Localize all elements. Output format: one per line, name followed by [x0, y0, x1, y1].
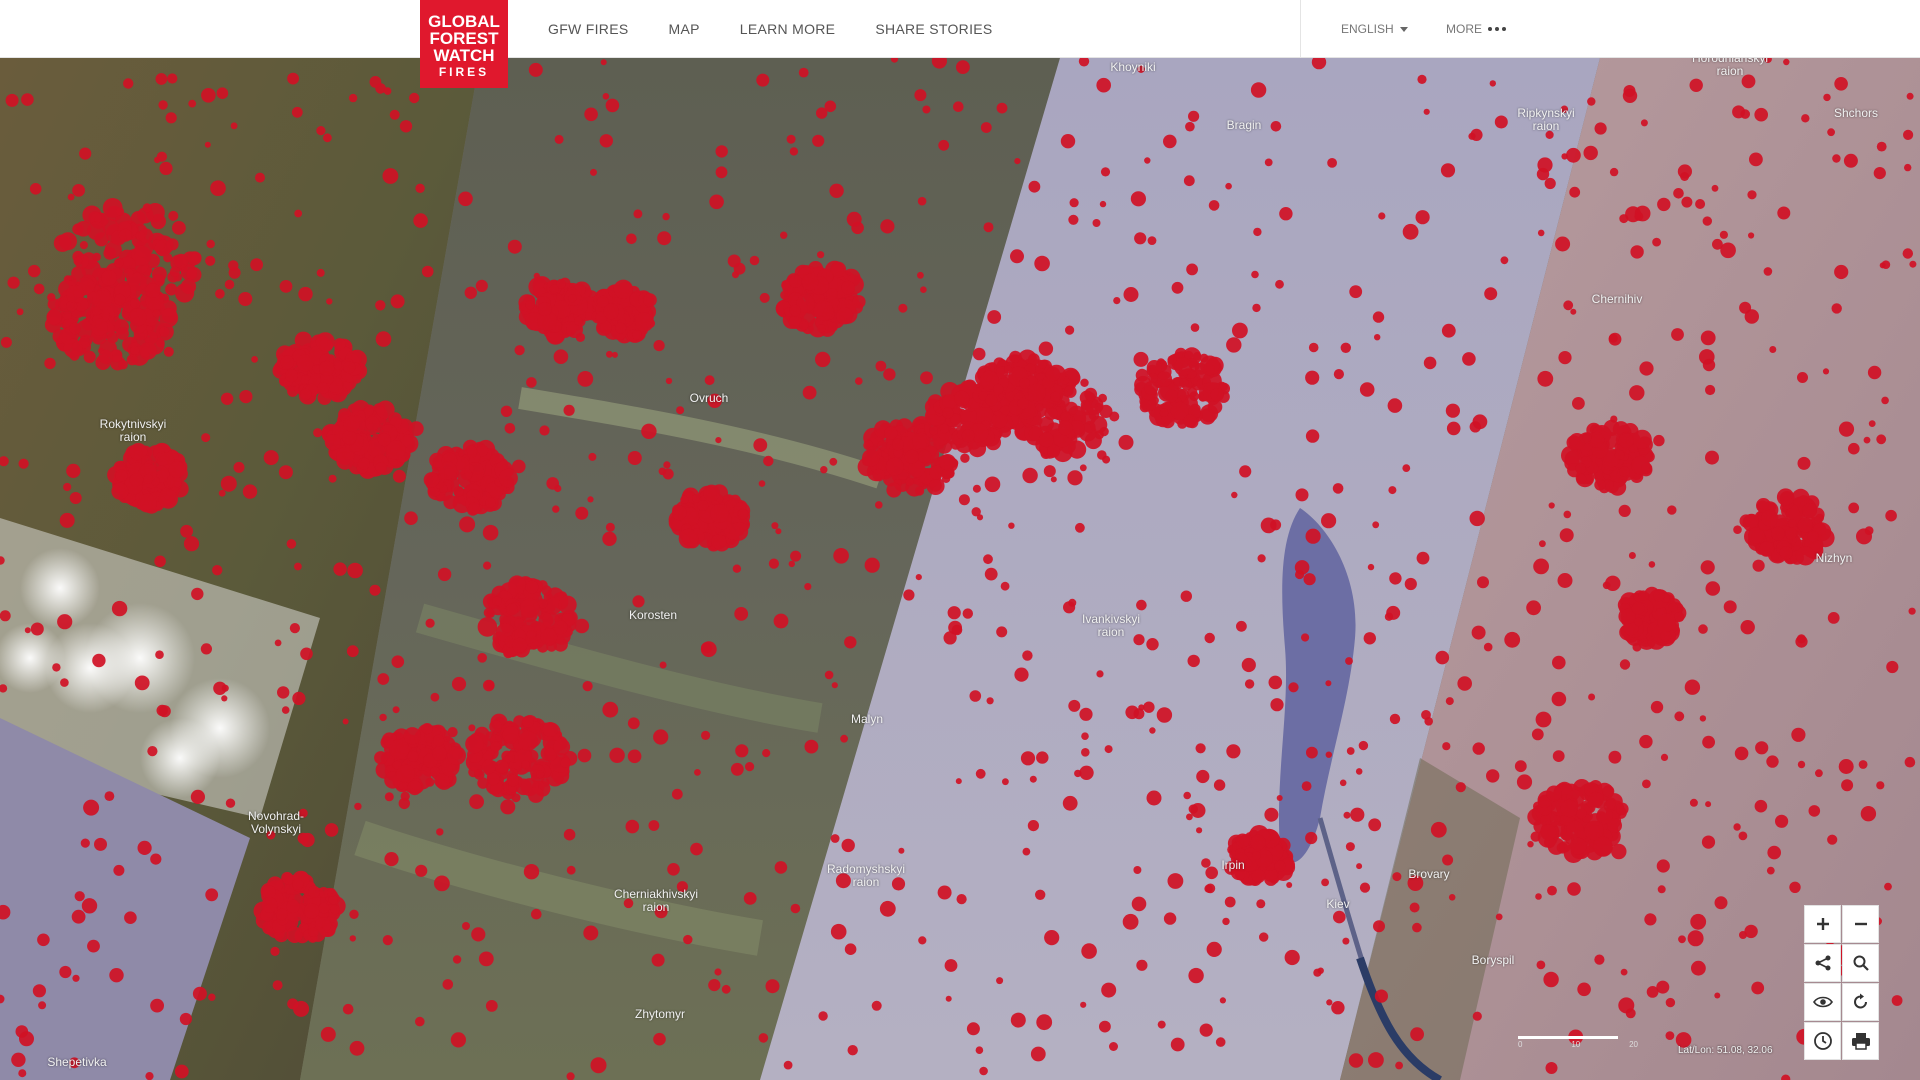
search-icon	[1853, 955, 1869, 971]
header-divider	[1300, 0, 1301, 58]
scale-tick: 0	[1518, 1040, 1523, 1049]
eye-icon	[1812, 996, 1833, 1008]
language-label: ENGLISH	[1341, 22, 1394, 36]
coordinates-readout: Lat/Lon: 51.08, 32.06	[1678, 1045, 1773, 1056]
place-label: Korosten	[628, 608, 678, 622]
logo-line: WATCH	[433, 45, 495, 65]
logo-line: GLOBAL	[428, 11, 500, 31]
nav-share-stories[interactable]: SHARE STORIES	[875, 21, 992, 37]
place-label: Irpin	[1221, 858, 1245, 872]
refresh-icon	[1853, 993, 1867, 1009]
satellite-imagery	[0, 58, 1920, 1080]
gfw-fires-logo[interactable]: GLOBAL FOREST WATCH FIRES	[420, 0, 508, 88]
place-label: Ovruch	[689, 391, 729, 405]
clock-icon	[1813, 1032, 1832, 1050]
more-menu[interactable]: MORE	[1446, 0, 1506, 58]
place-label: Novohrad- Volynskyi	[247, 809, 305, 836]
print-button[interactable]	[1842, 1022, 1879, 1060]
place-label: Bragin	[1226, 118, 1262, 132]
place-label: Boryspil	[1471, 953, 1515, 967]
print-icon	[1851, 1033, 1870, 1050]
place-label: Cherniakhivskyi raion	[613, 887, 699, 914]
language-selector[interactable]: ENGLISH	[1341, 0, 1408, 58]
nav-map[interactable]: MAP	[668, 21, 699, 37]
scale-bar-line	[1518, 1036, 1618, 1039]
reset-button[interactable]	[1842, 983, 1879, 1021]
place-label: Radomyshskyi raion	[826, 862, 906, 889]
zoom-out-button[interactable]	[1842, 905, 1879, 943]
search-button[interactable]	[1842, 944, 1879, 982]
ellipsis-icon	[1488, 27, 1506, 31]
toggle-view-button[interactable]	[1804, 983, 1841, 1021]
share-button[interactable]	[1804, 944, 1841, 982]
nav-learn-more[interactable]: LEARN MORE	[740, 21, 836, 37]
top-navigation-bar: GFW FIRES MAP LEARN MORE SHARE STORIES E…	[0, 0, 1920, 58]
place-label: Khoyniki	[1110, 60, 1156, 74]
scale-bar: 0 10 20	[1518, 1036, 1638, 1049]
place-label: Ripkynskyi raion	[1517, 106, 1575, 133]
place-label: Nizhyn	[1815, 551, 1853, 565]
place-label: Shchors	[1833, 106, 1879, 120]
timeline-button[interactable]	[1804, 1022, 1841, 1060]
place-label: Brovary	[1408, 867, 1450, 881]
place-label: Horodnianskyi raion	[1691, 58, 1769, 78]
fire-map[interactable]: Khoyniki Bragin Horodnianskyi raion Ripk…	[0, 58, 1920, 1080]
logo-line: FIRES	[438, 64, 490, 79]
nav-gfw-fires[interactable]: GFW FIRES	[548, 21, 628, 37]
main-nav: GFW FIRES MAP LEARN MORE SHARE STORIES	[548, 0, 993, 58]
zoom-in-button[interactable]	[1804, 905, 1841, 943]
minus-icon	[1854, 922, 1867, 926]
caret-down-icon	[1399, 26, 1408, 32]
place-label: Rokytnivskyi raion	[99, 417, 167, 444]
place-label: Malyn	[850, 712, 884, 726]
more-label: MORE	[1446, 22, 1482, 36]
plus-icon	[1816, 918, 1829, 930]
place-label: Kiev	[1326, 897, 1350, 911]
place-label: Chernihiv	[1591, 292, 1643, 306]
place-label: Ivankivskyi raion	[1081, 612, 1141, 639]
share-icon	[1815, 955, 1830, 971]
place-label: Shepetivka	[47, 1055, 107, 1069]
scale-tick: 20	[1629, 1040, 1638, 1049]
map-controls	[1804, 905, 1880, 1061]
place-label: Zhytomyr	[634, 1007, 686, 1021]
scale-tick: 10	[1571, 1040, 1581, 1049]
logo-line: FOREST	[429, 28, 499, 48]
